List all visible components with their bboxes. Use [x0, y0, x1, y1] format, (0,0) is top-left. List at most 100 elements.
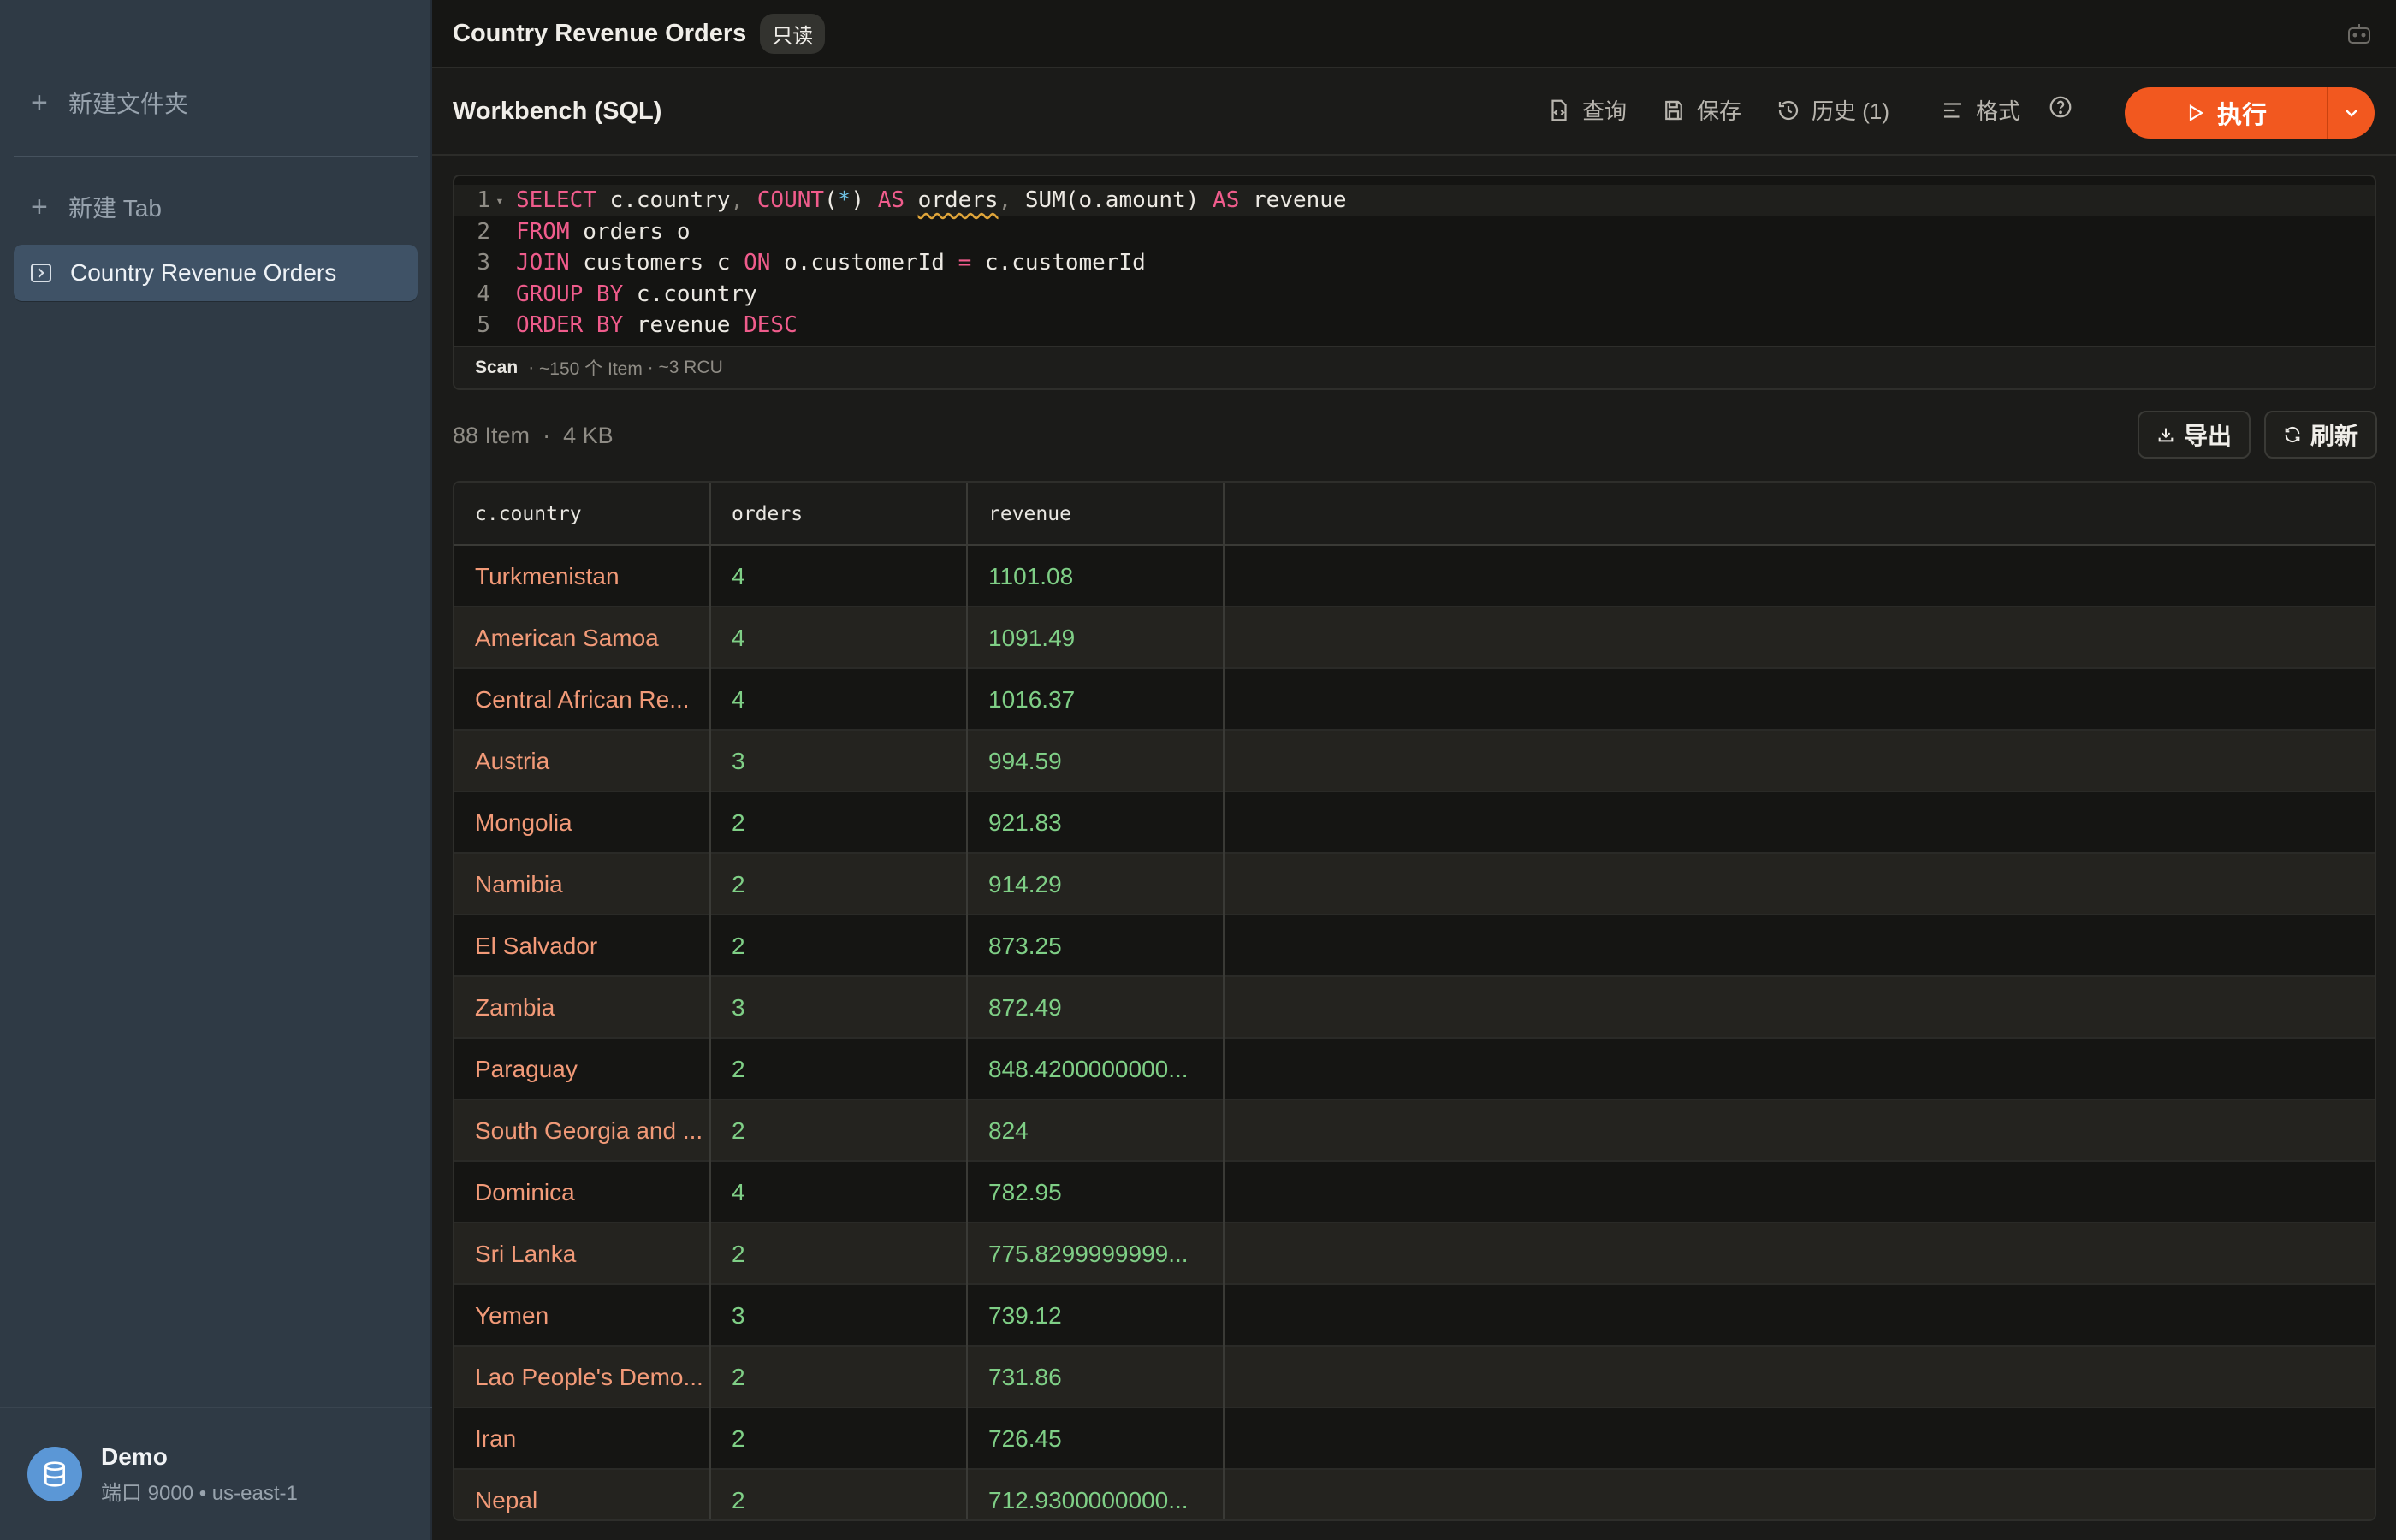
result-summary: 88 Item · 4 KB: [453, 423, 614, 449]
revenue-cell[interactable]: 873.25: [968, 915, 1225, 977]
code-line[interactable]: 1 ▾ SELECT c.country, COUNT(*) AS orders, …: [454, 185, 2375, 216]
revenue-cell[interactable]: 782.95: [968, 1162, 1225, 1223]
line-number: 2: [477, 218, 490, 245]
country-cell[interactable]: Austria: [454, 731, 711, 792]
run-button-group: 执行: [2125, 87, 2375, 139]
country-cell[interactable]: Mongolia: [454, 792, 711, 854]
export-button[interactable]: 导出: [2138, 411, 2251, 459]
country-cell[interactable]: Nepal: [454, 1470, 711, 1519]
revenue-cell[interactable]: 848.4200000000...: [968, 1039, 1225, 1100]
country-cell[interactable]: Iran: [454, 1408, 711, 1470]
country-cell[interactable]: Paraguay: [454, 1039, 711, 1100]
country-cell[interactable]: Sri Lanka: [454, 1223, 711, 1285]
table-row[interactable]: Lao People's Demo... 2 731.86: [454, 1347, 2375, 1408]
orders-cell[interactable]: 3: [711, 977, 968, 1039]
country-cell[interactable]: Dominica: [454, 1162, 711, 1223]
new-tab-button[interactable]: + 新建 Tab: [14, 179, 418, 235]
orders-cell[interactable]: 2: [711, 792, 968, 854]
orders-cell[interactable]: 2: [711, 854, 968, 915]
country-cell[interactable]: Zambia: [454, 977, 711, 1039]
run-options-dropdown[interactable]: [2328, 103, 2375, 123]
country-cell[interactable]: South Georgia and ...: [454, 1100, 711, 1162]
country-cell[interactable]: Yemen: [454, 1285, 711, 1347]
new-tab-label: 新建 Tab: [68, 195, 162, 222]
help-button[interactable]: [2048, 94, 2084, 120]
run-button[interactable]: 执行: [2125, 95, 2327, 131]
assistant-icon[interactable]: [2346, 22, 2372, 44]
table-row[interactable]: Paraguay 2 848.4200000000...: [454, 1039, 2375, 1100]
code-line[interactable]: 5 ORDER BY revenue DESC: [454, 310, 2375, 341]
orders-cell[interactable]: 2: [711, 1100, 968, 1162]
revenue-cell[interactable]: 1091.49: [968, 607, 1225, 669]
table-body: Turkmenistan 4 1101.08 American Samoa 4 1091.…: [454, 546, 2375, 1519]
connection-detail: 端口 9000 • us-east-1: [101, 1481, 298, 1505]
revenue-cell[interactable]: 712.9300000000...: [968, 1470, 1225, 1519]
country-cell[interactable]: Lao People's Demo...: [454, 1347, 711, 1408]
country-cell[interactable]: Central African Re...: [454, 669, 711, 731]
orders-cell[interactable]: 3: [711, 731, 968, 792]
orders-cell[interactable]: 4: [711, 1162, 968, 1223]
results-table: c.country orders revenue Turkmenistan 4 11…: [453, 481, 2376, 1521]
tab-title: Country Revenue Orders: [453, 19, 747, 47]
table-row[interactable]: Nepal 2 712.9300000000...: [454, 1470, 2375, 1519]
column-header-country[interactable]: c.country: [454, 483, 711, 546]
query-button[interactable]: 查询: [1546, 94, 1627, 126]
orders-cell[interactable]: 3: [711, 1285, 968, 1347]
table-row[interactable]: Austria 3 994.59: [454, 731, 2375, 792]
table-row[interactable]: American Samoa 4 1091.49: [454, 607, 2375, 669]
revenue-cell[interactable]: 731.86: [968, 1347, 1225, 1408]
orders-cell[interactable]: 2: [711, 1347, 968, 1408]
table-row[interactable]: Mongolia 2 921.83: [454, 792, 2375, 854]
sidebar-tab-country-revenue-orders[interactable]: Country Revenue Orders: [14, 245, 418, 301]
orders-cell[interactable]: 2: [711, 1039, 968, 1100]
orders-cell[interactable]: 4: [711, 669, 968, 731]
column-header-revenue[interactable]: revenue: [968, 483, 1225, 546]
revenue-cell[interactable]: 994.59: [968, 731, 1225, 792]
table-row[interactable]: Namibia 2 914.29: [454, 854, 2375, 915]
table-row[interactable]: South Georgia and ... 2 824: [454, 1100, 2375, 1162]
table-row[interactable]: Sri Lanka 2 775.8299999999...: [454, 1223, 2375, 1285]
fold-arrow-icon[interactable]: ▾: [490, 192, 509, 209]
orders-cell[interactable]: 2: [711, 915, 968, 977]
orders-cell[interactable]: 2: [711, 1408, 968, 1470]
orders-cell[interactable]: 4: [711, 607, 968, 669]
table-header: c.country orders revenue: [454, 483, 2375, 546]
country-cell[interactable]: Turkmenistan: [454, 546, 711, 607]
country-cell[interactable]: American Samoa: [454, 607, 711, 669]
filler-cell: [1225, 977, 2375, 1039]
sql-editor[interactable]: 1 ▾ SELECT c.country, COUNT(*) AS orders, …: [453, 175, 2376, 390]
new-folder-button[interactable]: + 新建文件夹: [14, 74, 418, 131]
connection-info[interactable]: Demo 端口 9000 • us-east-1: [0, 1407, 432, 1540]
revenue-cell[interactable]: 921.83: [968, 792, 1225, 854]
save-button[interactable]: 保存: [1661, 94, 1741, 126]
format-button[interactable]: 格式: [1940, 94, 2020, 126]
history-button[interactable]: 历史 (1): [1776, 94, 1889, 126]
revenue-cell[interactable]: 914.29: [968, 854, 1225, 915]
revenue-cell[interactable]: 824: [968, 1100, 1225, 1162]
filler-cell: [1225, 731, 2375, 792]
orders-cell[interactable]: 2: [711, 1223, 968, 1285]
orders-cell[interactable]: 4: [711, 546, 968, 607]
table-row[interactable]: Turkmenistan 4 1101.08: [454, 546, 2375, 607]
revenue-cell[interactable]: 872.49: [968, 977, 1225, 1039]
column-header-orders[interactable]: orders: [711, 483, 968, 546]
refresh-button[interactable]: 刷新: [2264, 411, 2378, 459]
code-line[interactable]: 2 FROM orders o: [454, 216, 2375, 248]
code-area[interactable]: 1 ▾ SELECT c.country, COUNT(*) AS orders, …: [454, 185, 2375, 341]
table-row[interactable]: Central African Re... 4 1016.37: [454, 669, 2375, 731]
revenue-cell[interactable]: 1101.08: [968, 546, 1225, 607]
revenue-cell[interactable]: 739.12: [968, 1285, 1225, 1347]
country-cell[interactable]: Namibia: [454, 854, 711, 915]
country-cell[interactable]: El Salvador: [454, 915, 711, 977]
table-row[interactable]: El Salvador 2 873.25: [454, 915, 2375, 977]
revenue-cell[interactable]: 775.8299999999...: [968, 1223, 1225, 1285]
orders-cell[interactable]: 2: [711, 1470, 968, 1519]
table-row[interactable]: Yemen 3 739.12: [454, 1285, 2375, 1347]
table-row[interactable]: Iran 2 726.45: [454, 1408, 2375, 1470]
table-row[interactable]: Dominica 4 782.95: [454, 1162, 2375, 1223]
revenue-cell[interactable]: 1016.37: [968, 669, 1225, 731]
revenue-cell[interactable]: 726.45: [968, 1408, 1225, 1470]
code-line[interactable]: 4 GROUP BY c.country: [454, 279, 2375, 311]
code-line[interactable]: 3 JOIN customers c ON o.customerId = c.cu…: [454, 247, 2375, 279]
table-row[interactable]: Zambia 3 872.49: [454, 977, 2375, 1039]
